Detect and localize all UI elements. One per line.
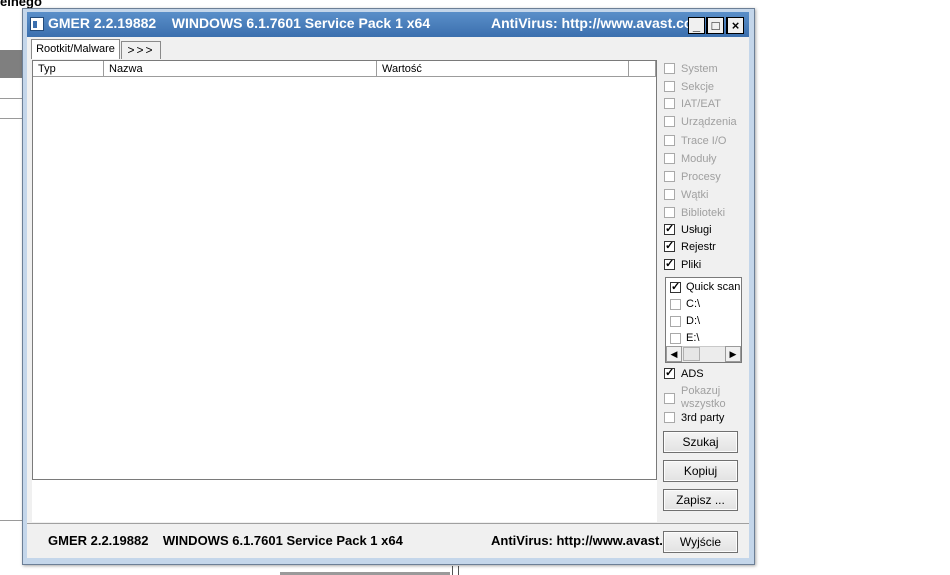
maximize-button-face[interactable]: □ <box>707 17 724 34</box>
scroll-right-button[interactable]: ▶ <box>725 346 741 362</box>
option-rejestr[interactable]: Rejestr <box>664 238 750 256</box>
checkbox-checked[interactable] <box>664 221 675 238</box>
arrow-right-icon: ▶ <box>729 349 737 359</box>
option-iat-eat[interactable]: IAT/EAT <box>664 96 750 113</box>
status-antivirus: AntiVirus: http://www.avast.com <box>491 533 663 548</box>
drive-quick-scan[interactable]: Quick scan <box>670 279 741 296</box>
checkbox[interactable] <box>670 299 681 310</box>
drive-c[interactable]: C:\ <box>670 296 741 313</box>
scan-button[interactable]: Szukaj <box>663 431 738 453</box>
checkbox[interactable] <box>664 98 675 109</box>
option-system[interactable]: System <box>664 61 750 78</box>
maximize-icon: □ <box>711 18 720 33</box>
checkbox[interactable] <box>664 189 675 200</box>
minimize-button-face[interactable]: _ <box>688 17 705 34</box>
arrow-left-icon: ◀ <box>670 349 678 359</box>
checkbox[interactable] <box>664 63 675 74</box>
minimize-icon: _ <box>692 18 701 33</box>
scroll-thumb[interactable] <box>683 347 700 361</box>
column-header-nazwa[interactable]: Nazwa <box>104 61 377 77</box>
checkbox[interactable] <box>664 81 675 92</box>
column-header-wartosc[interactable]: Wartość <box>377 61 629 77</box>
column-header-filler <box>629 61 656 77</box>
column-header-typ[interactable]: Typ <box>33 61 104 77</box>
tab-rootkit-malware[interactable]: Rootkit/Malware <box>31 39 120 59</box>
checkbox[interactable] <box>664 171 675 182</box>
results-footer-area <box>32 480 657 522</box>
checkbox[interactable] <box>664 412 675 423</box>
drive-d[interactable]: D:\ <box>670 313 741 330</box>
option-trace-io[interactable]: Trace I/O <box>664 133 750 150</box>
checkbox[interactable] <box>670 333 681 344</box>
results-list[interactable] <box>32 60 657 480</box>
status-divider <box>27 523 749 524</box>
checkbox[interactable] <box>664 135 675 146</box>
window-title: GMER 2.2.19882 WINDOWS 6.1.7601 Service … <box>48 15 431 31</box>
option-watki[interactable]: Wątki <box>664 187 750 204</box>
option-sekcje[interactable]: Sekcje <box>664 79 750 96</box>
background-divider <box>458 566 459 575</box>
checkbox[interactable] <box>664 153 675 164</box>
window-title-antivirus: AntiVirus: http://www.avast.com <box>491 15 698 31</box>
close-icon: × <box>731 18 740 33</box>
scroll-left-button[interactable]: ◀ <box>666 346 682 362</box>
checkbox[interactable] <box>664 116 675 127</box>
checkbox-checked[interactable] <box>670 279 681 296</box>
option-3rd-party[interactable]: 3rd party <box>664 410 750 427</box>
copy-button[interactable]: Kopiuj <box>663 460 738 482</box>
checkbox[interactable] <box>664 207 675 218</box>
option-pliki[interactable]: Pliki <box>664 256 750 274</box>
app-icon[interactable] <box>30 17 44 31</box>
background-divider <box>452 566 453 575</box>
checkbox-checked[interactable] <box>664 256 675 273</box>
tab-more[interactable]: >>> <box>121 41 161 59</box>
option-uslugi[interactable]: Usługi <box>664 221 750 239</box>
checkbox-checked[interactable] <box>664 365 675 382</box>
option-pokazuj-wszystko[interactable]: Pokazuj wszystko <box>664 385 750 413</box>
checkbox-checked[interactable] <box>664 238 675 255</box>
option-procesy[interactable]: Procesy <box>664 169 750 186</box>
close-button-face[interactable]: × <box>727 17 744 34</box>
option-biblioteki[interactable]: Biblioteki <box>664 205 750 222</box>
status-version: GMER 2.2.19882 WINDOWS 6.1.7601 Service … <box>48 533 403 548</box>
drive-e[interactable]: E:\ <box>670 330 741 347</box>
checkbox[interactable] <box>664 393 675 404</box>
exit-button[interactable]: Wyjście <box>663 531 738 553</box>
option-urzadzenia[interactable]: Urządzenia <box>664 114 750 131</box>
option-moduly[interactable]: Moduły <box>664 151 750 168</box>
checkbox[interactable] <box>670 316 681 327</box>
save-button[interactable]: Zapisz ... <box>663 489 738 511</box>
option-ads[interactable]: ADS <box>664 365 750 383</box>
